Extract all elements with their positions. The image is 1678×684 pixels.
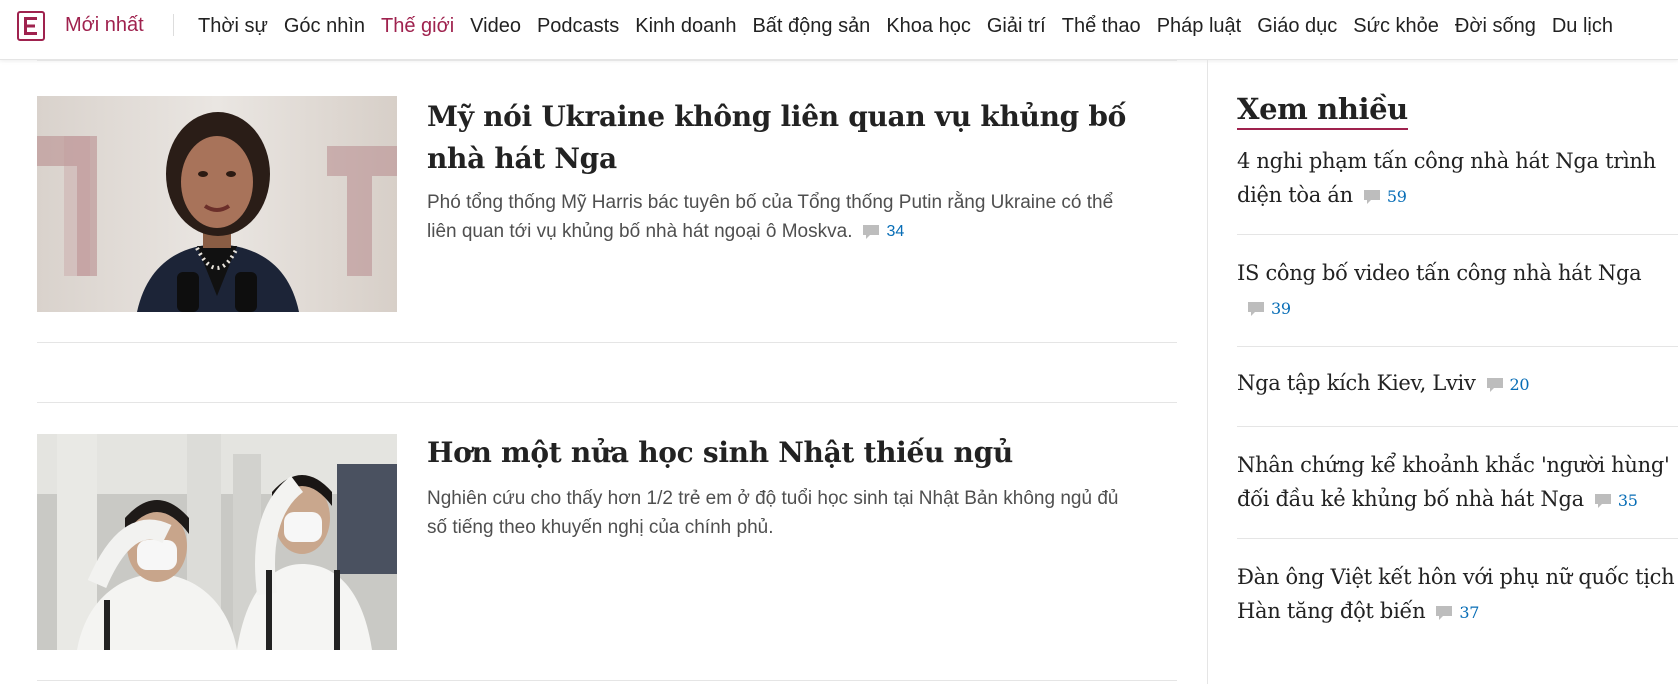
most-viewed-item: Nga tập kích Kiev, Lviv 20	[1237, 366, 1678, 402]
nav-item-2[interactable]: Thế giới	[381, 14, 454, 38]
nav-item-1[interactable]: Góc nhìn	[284, 14, 365, 38]
nav-item-3[interactable]: Video	[470, 14, 521, 38]
article-divider	[37, 680, 1177, 681]
comment-bubble-icon	[1486, 377, 1504, 393]
latest-news-link[interactable]: Mới nhất	[65, 14, 144, 37]
nav-item-9[interactable]: Thể thao	[1062, 14, 1141, 38]
article-thumbnail[interactable]	[37, 434, 397, 650]
article-divider	[37, 402, 1177, 403]
comment-count: 39	[1271, 298, 1291, 318]
most-viewed-item: Đàn ông Việt kết hôn với phụ nữ quốc tịc…	[1237, 560, 1678, 630]
comment-bubble-icon	[1594, 493, 1612, 509]
most-viewed-item: IS công bố video tấn công nhà hát Nga 39	[1237, 256, 1678, 326]
article-thumbnail[interactable]	[37, 96, 397, 312]
article-title[interactable]: Mỹ nói Ukraine không liên quan vụ khủng …	[427, 96, 1147, 180]
vnexpress-e-logo-icon[interactable]	[17, 11, 45, 41]
comment-bubble-icon	[1363, 189, 1381, 205]
comment-bubble-icon	[1247, 301, 1265, 317]
sidebar-divider	[1207, 60, 1208, 684]
nav-item-12[interactable]: Sức khỏe	[1353, 14, 1439, 38]
most-viewed-divider	[1237, 346, 1678, 347]
article-title[interactable]: Hơn một nửa học sinh Nhật thiếu ngủ	[427, 432, 1147, 474]
nav-item-10[interactable]: Pháp luật	[1157, 14, 1242, 38]
nav-item-13[interactable]: Đời sống	[1455, 14, 1536, 38]
nav-item-4[interactable]: Podcasts	[537, 14, 619, 38]
most-viewed-item: Nhân chứng kể khoảnh khắc 'người hùng' đ…	[1237, 448, 1678, 518]
woman-speaking-at-podium-photo	[37, 96, 397, 312]
comment-count-link[interactable]: 39	[1247, 292, 1291, 326]
comment-count: 35	[1617, 490, 1638, 510]
most-viewed-item: 4 nghi phạm tấn công nhà hát Nga trình d…	[1237, 144, 1678, 214]
article-item: Mỹ nói Ukraine không liên quan vụ khủng …	[37, 96, 1177, 312]
most-viewed-title[interactable]: 4 nghi phạm tấn công nhà hát Nga trình d…	[1237, 149, 1656, 207]
comment-count-link[interactable]: 20	[1486, 368, 1530, 402]
article-description: Nghiên cứu cho thấy hơn 1/2 trẻ em ở độ …	[427, 488, 1119, 538]
most-viewed-divider	[1237, 426, 1678, 427]
category-menu: Thời sự Góc nhìn Thế giới Video Podcasts Kinh…	[198, 14, 1629, 38]
students-wearing-masks-photo	[37, 434, 397, 650]
most-viewed-heading: Xem nhiều	[1237, 92, 1408, 130]
top-navigation: Mới nhất Thời sự Góc nhìn Thế giới Video Pod…	[0, 0, 1678, 60]
nav-item-11[interactable]: Giáo dục	[1257, 14, 1337, 38]
most-viewed-title[interactable]: IS công bố video tấn công nhà hát Nga	[1237, 261, 1642, 285]
article-description: Phó tổng thống Mỹ Harris bác tuyên bố củ…	[427, 188, 1127, 246]
article-divider	[37, 342, 1177, 343]
nav-item-5[interactable]: Kinh doanh	[635, 14, 736, 38]
most-viewed-title[interactable]: Nga tập kích Kiev, Lviv	[1237, 371, 1476, 395]
comment-bubble-icon	[1435, 605, 1453, 621]
comment-count-link[interactable]: 37	[1435, 596, 1479, 630]
comment-count-link[interactable]: 35	[1594, 484, 1638, 518]
most-viewed-divider	[1237, 234, 1678, 235]
nav-item-8[interactable]: Giải trí	[987, 14, 1046, 38]
comment-bubble-icon	[862, 224, 880, 240]
nav-item-0[interactable]: Thời sự	[198, 14, 268, 38]
nav-item-6[interactable]: Bất động sản	[752, 14, 870, 38]
nav-item-7[interactable]: Khoa học	[886, 14, 971, 38]
comment-count: 34	[886, 223, 905, 241]
comment-count-link[interactable]: 34	[862, 217, 904, 246]
article-item: Hơn một nửa học sinh Nhật thiếu ngủ Nghi…	[37, 434, 1177, 650]
comment-count-link[interactable]: 59	[1363, 180, 1407, 214]
nav-item-14[interactable]: Du lịch	[1552, 14, 1613, 38]
most-viewed-divider	[1237, 538, 1678, 539]
top-divider	[37, 60, 1177, 61]
comment-count: 37	[1459, 602, 1480, 622]
comment-count: 59	[1386, 186, 1407, 206]
logo-e-glyph	[24, 17, 37, 35]
article-description-text: Phó tổng thống Mỹ Harris bác tuyên bố củ…	[427, 192, 1114, 242]
nav-divider	[173, 14, 174, 36]
comment-count: 20	[1509, 374, 1530, 394]
